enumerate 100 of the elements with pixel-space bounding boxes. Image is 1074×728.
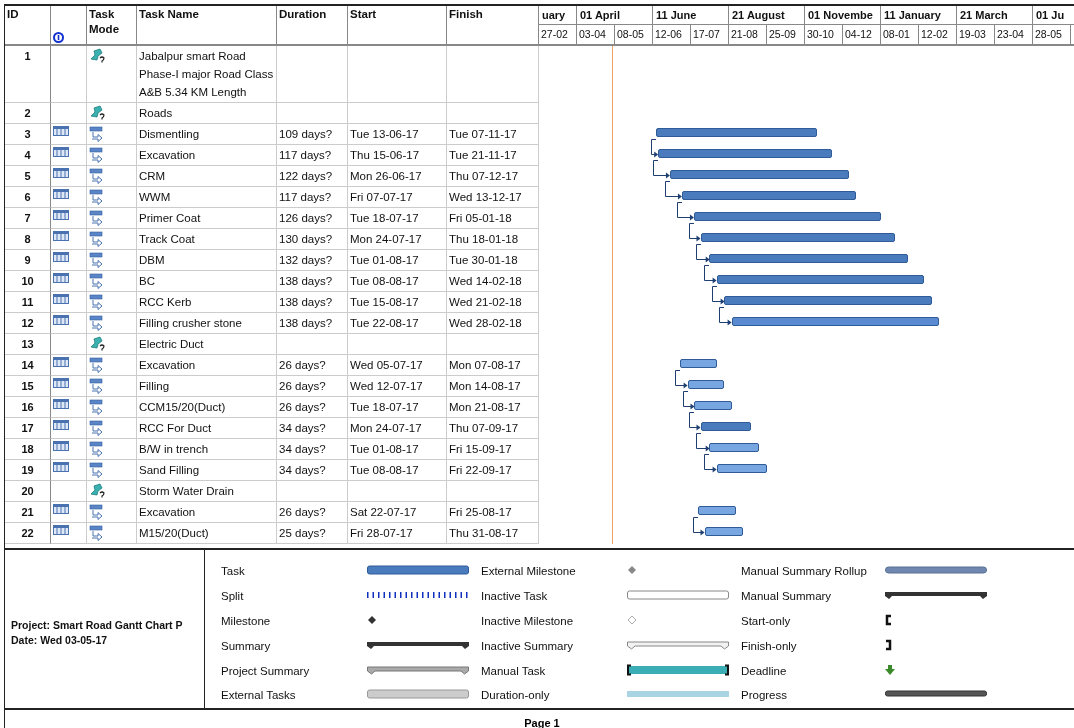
task-name-cell: CRM <box>139 170 166 182</box>
duration-cell: 130 days? <box>279 233 333 245</box>
timescale-label: 25-09 <box>767 25 805 44</box>
start-cell: Sat 22-07-17 <box>350 506 417 518</box>
row-id: 17 <box>21 422 34 434</box>
row-id: 11 <box>21 296 34 308</box>
start-cell: Wed 12-07-17 <box>350 380 423 392</box>
timescale-label: 11 June <box>653 6 729 25</box>
finish-cell: Fri 05-01-18 <box>449 212 512 224</box>
timescale-label: 04-12 <box>843 25 881 44</box>
start-cell: Mon 24-07-17 <box>350 422 422 434</box>
table-icon <box>53 378 69 389</box>
row-id: 2 <box>24 107 31 119</box>
timescale-label: 21 August <box>729 6 805 25</box>
timescale-label: 12-06 <box>653 25 691 44</box>
finish-cell: Tue 30-01-18 <box>449 254 518 266</box>
legend-label: Progress <box>741 689 789 702</box>
timescale-label: 17-07 <box>691 25 729 44</box>
table-icon <box>53 210 69 221</box>
start-cell: Fri 28-07-17 <box>350 527 413 539</box>
finish-cell: Thu 18-01-18 <box>449 233 519 245</box>
row-id: 15 <box>21 380 34 392</box>
legend-label: Start-only <box>741 615 792 627</box>
row-id: 21 <box>21 506 34 518</box>
column-header: Start <box>350 8 377 20</box>
task-name-cell: BC <box>139 275 155 287</box>
row-id: 18 <box>21 443 34 455</box>
task-name-cell: RCC Kerb <box>139 296 192 308</box>
table-icon <box>53 273 69 284</box>
duration-cell: 26 days? <box>279 506 326 518</box>
timescale-label: 19-03 <box>957 25 995 44</box>
timescale-label: 30-10 <box>805 25 843 44</box>
start-cell: Tue 08-08-17 <box>350 275 419 287</box>
legend-label: Milestone <box>221 615 272 627</box>
table-icon <box>53 420 69 431</box>
task-name-cell: Storm Water Drain <box>139 485 234 497</box>
task-name-cell: Dismentling <box>139 128 200 140</box>
start-cell: Mon 24-07-17 <box>350 233 422 245</box>
task-name-cell: Jabalpur smart Road Phase-I major Road Class A&B 5.34 KM Length <box>139 50 274 98</box>
row-id: 5 <box>24 170 31 182</box>
row-id: 16 <box>21 401 34 413</box>
legend-label: Inactive Summary <box>481 639 575 652</box>
duration-cell: 26 days? <box>279 359 326 371</box>
timescale-label: uary <box>539 6 577 25</box>
start-cell: Tue 22-08-17 <box>350 317 419 329</box>
table-icon <box>53 504 69 515</box>
start-cell: Tue 13-06-17 <box>350 128 419 140</box>
column-header: ID <box>7 8 19 20</box>
task-name-cell: Primer Coat <box>139 212 201 224</box>
finish-cell: Fri 25-08-17 <box>449 506 512 518</box>
timescale-label: 12-02 <box>919 25 957 44</box>
column-header: Duration <box>279 8 327 20</box>
finish-cell: Wed 21-02-18 <box>449 296 522 308</box>
row-id: 20 <box>21 485 34 497</box>
start-cell: Tue 01-08-17 <box>350 443 419 455</box>
row-id: 3 <box>24 128 31 140</box>
legend-label: Split <box>221 590 245 603</box>
legend-label: Finish-only <box>741 639 798 652</box>
duration-cell: 126 days? <box>279 212 333 224</box>
task-name-cell: Excavation <box>139 149 196 161</box>
legend-label: External Tasks <box>221 689 297 702</box>
duration-cell: 138 days? <box>279 296 333 308</box>
finish-cell: Wed 14-02-18 <box>449 275 522 287</box>
task-name-cell: CCM15/20(Duct) <box>139 401 226 413</box>
start-cell: Fri 07-07-17 <box>350 191 413 203</box>
legend-label: Task <box>221 565 246 578</box>
column-header: Finish <box>449 8 483 20</box>
finish-cell: Wed 28-02-18 <box>449 317 522 329</box>
row-id: 10 <box>21 275 34 287</box>
legend-label: Inactive Milestone <box>481 615 575 627</box>
start-cell: Thu 15-06-17 <box>350 149 420 161</box>
finish-cell: Fri 22-09-17 <box>449 464 512 476</box>
timescale-label: 03-04 <box>577 25 615 44</box>
legend-label: Manual Summary Rollup <box>741 565 868 578</box>
start-cell: Mon 26-06-17 <box>350 170 422 182</box>
legend-label: Summary <box>221 639 272 652</box>
task-name-cell: B/W in trench <box>139 443 209 455</box>
row-id: 8 <box>24 233 31 245</box>
timescale-label: 01 April <box>577 6 653 25</box>
timescale-label: 01 Ju <box>1033 6 1074 25</box>
table-icon <box>53 462 69 473</box>
finish-cell: Thu 07-12-17 <box>449 170 519 182</box>
row-id: 4 <box>24 149 31 161</box>
row-id: 9 <box>24 254 31 266</box>
duration-cell: 26 days? <box>279 401 326 413</box>
legend-label: Manual Summary <box>741 590 833 603</box>
timescale-label: 11 January <box>881 6 957 25</box>
row-id: 1 <box>24 50 31 62</box>
row-id: 12 <box>21 317 34 329</box>
row-id: 19 <box>21 464 34 476</box>
timescale-label: 27-02 <box>539 25 577 44</box>
start-cell: Tue 01-08-17 <box>350 254 419 266</box>
duration-cell: 34 days? <box>279 464 326 476</box>
timescale-label: 08-05 <box>615 25 653 44</box>
task-name-cell: Roads <box>139 107 173 119</box>
row-id: 14 <box>21 359 34 371</box>
timescale-label: 23-04 <box>995 25 1033 44</box>
table-icon <box>53 168 69 179</box>
start-cell: Tue 18-07-17 <box>350 212 419 224</box>
finish-cell: Mon 14-08-17 <box>449 380 521 392</box>
